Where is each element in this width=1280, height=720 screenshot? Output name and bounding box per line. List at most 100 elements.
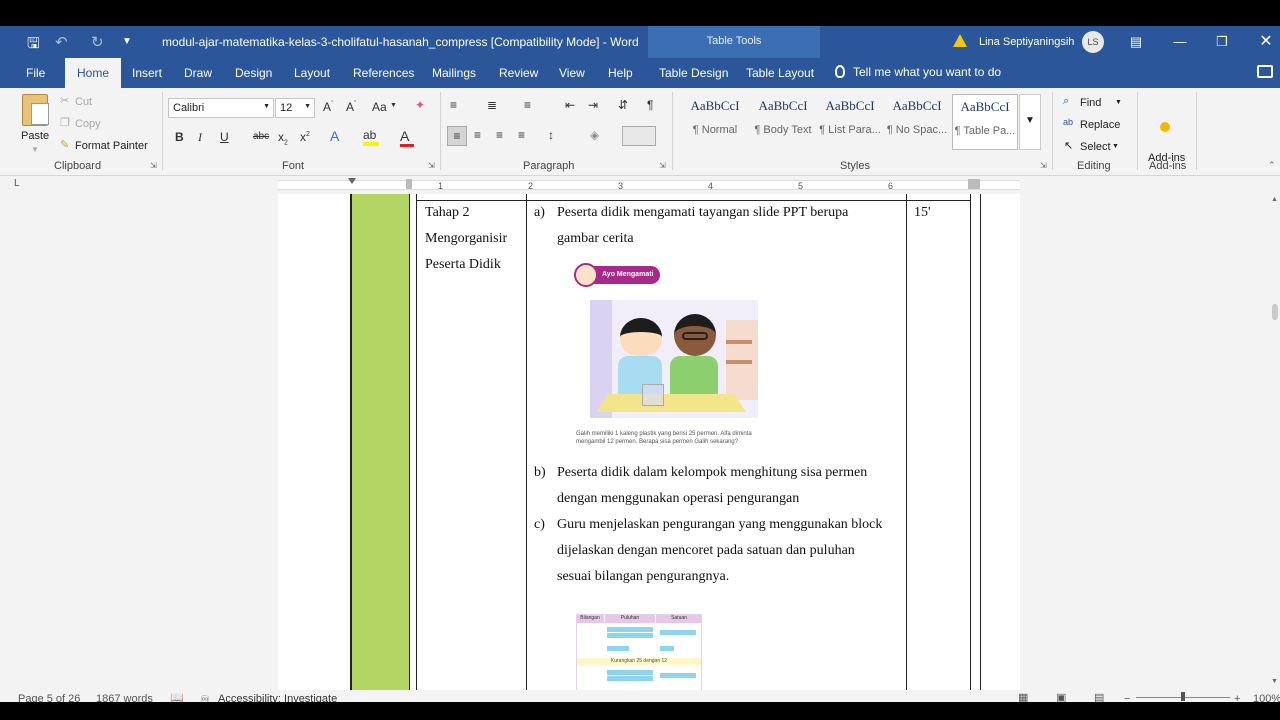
- read-mode-icon[interactable]: ▦: [1018, 691, 1028, 702]
- avatar[interactable]: LS: [1082, 31, 1104, 53]
- style-normal[interactable]: AaBbCcI ¶ Normal: [682, 98, 748, 150]
- scrollbar-thumb[interactable]: [1272, 304, 1278, 320]
- find-icon[interactable]: ⌕: [1063, 95, 1069, 108]
- cut-button[interactable]: Cut: [75, 96, 92, 108]
- clear-formatting-icon[interactable]: ✦: [415, 98, 425, 112]
- decrease-indent-icon[interactable]: ⇤: [565, 98, 575, 112]
- page-count[interactable]: Page 5 of 26: [18, 693, 80, 702]
- chevron-down-icon[interactable]: ▼: [1115, 99, 1122, 106]
- indent-marker[interactable]: [348, 178, 356, 184]
- user-name[interactable]: Lina Septiyaningsih: [979, 36, 1074, 48]
- scroll-down-icon[interactable]: ▼: [1271, 678, 1278, 685]
- scroll-up-icon[interactable]: ▲: [1271, 196, 1278, 203]
- numbering-icon[interactable]: ≣: [487, 98, 497, 112]
- tab-draw[interactable]: Draw: [184, 66, 212, 80]
- style-list-paragraph[interactable]: AaBbCcI ¶ List Para...: [817, 98, 883, 150]
- zoom-in-icon[interactable]: +: [1234, 693, 1240, 702]
- column-marker[interactable]: [968, 179, 980, 189]
- find-button[interactable]: Find: [1080, 97, 1101, 109]
- tab-file[interactable]: File: [26, 66, 45, 80]
- block-table-image[interactable]: Bilangan Puluhan Satuan Kurangkan 25 den…: [576, 614, 704, 690]
- justify-icon[interactable]: ≡: [518, 128, 525, 142]
- select-icon[interactable]: ↖: [1064, 139, 1073, 152]
- print-layout-icon[interactable]: ▣: [1056, 691, 1066, 702]
- accessibility-icon[interactable]: ♾: [200, 693, 210, 702]
- select-button[interactable]: Select: [1080, 141, 1111, 153]
- minimize-button[interactable]: —: [1168, 31, 1192, 53]
- font-size-box[interactable]: 12 ▼: [275, 98, 315, 118]
- line-spacing-icon[interactable]: ↕: [548, 128, 554, 142]
- zoom-out-icon[interactable]: −: [1124, 693, 1130, 702]
- borders-icon[interactable]: [622, 126, 656, 146]
- activity-item-c[interactable]: Guru menjelaskan pengurangan yang menggu…: [557, 512, 882, 590]
- word-count[interactable]: 1867 words: [96, 693, 153, 702]
- multilevel-list-icon[interactable]: ≡: [524, 98, 531, 112]
- tab-table-layout[interactable]: Table Layout: [746, 66, 814, 80]
- tab-home[interactable]: Home: [65, 58, 122, 88]
- tab-view[interactable]: View: [559, 66, 585, 80]
- tab-design[interactable]: Design: [235, 66, 272, 80]
- zoom-slider-thumb[interactable]: [1181, 692, 1185, 701]
- activity-item-b[interactable]: Peserta didik dalam kelompok menghitung …: [557, 460, 867, 512]
- tab-review[interactable]: Review: [499, 66, 538, 80]
- duration-cell[interactable]: 15': [914, 200, 931, 226]
- web-layout-icon[interactable]: ▤: [1094, 691, 1104, 702]
- close-button[interactable]: ✕: [1254, 31, 1278, 53]
- align-right-icon[interactable]: ≡: [496, 128, 503, 142]
- warning-icon[interactable]: [953, 34, 967, 47]
- chevron-down-icon[interactable]: ▼: [390, 102, 397, 109]
- tell-me-search[interactable]: Tell me what you want to do: [835, 65, 1001, 79]
- tab-help[interactable]: Help: [608, 66, 633, 80]
- save-icon[interactable]: 🖫: [27, 33, 40, 58]
- undo-icon[interactable]: ↶: [55, 33, 68, 51]
- replace-button[interactable]: Replace: [1080, 119, 1120, 131]
- comments-icon[interactable]: [1257, 65, 1273, 78]
- paragraph-launcher-icon[interactable]: ⇲: [659, 161, 666, 170]
- chevron-down-icon[interactable]: ▼: [1112, 143, 1119, 150]
- tab-layout[interactable]: Layout: [294, 66, 330, 80]
- show-formatting-icon[interactable]: ¶: [647, 98, 653, 112]
- ruler-bar[interactable]: 1 2 3 4 5 6: [278, 178, 1020, 191]
- strikethrough-icon[interactable]: abc: [253, 131, 269, 142]
- bullets-icon[interactable]: ≡: [450, 98, 457, 112]
- tab-selector-icon[interactable]: L: [14, 178, 20, 189]
- paste-button[interactable]: Paste: [21, 130, 49, 142]
- styles-more-icon[interactable]: ▼: [1019, 94, 1041, 150]
- paste-dropdown-icon[interactable]: ▼: [31, 145, 39, 154]
- align-center-icon[interactable]: ≡: [474, 128, 481, 142]
- style-body-text[interactable]: AaBbCcI ¶ Body Text: [750, 98, 816, 150]
- bold-icon[interactable]: B: [175, 130, 184, 144]
- proofing-icon[interactable]: 📖: [170, 691, 184, 702]
- increase-indent-icon[interactable]: ⇥: [588, 98, 598, 112]
- change-case-button[interactable]: Aa: [372, 100, 387, 114]
- format-painter-button[interactable]: Format Painter: [75, 140, 148, 152]
- addins-icon[interactable]: [1160, 122, 1170, 132]
- customize-qat-icon[interactable]: ▼: [122, 36, 132, 47]
- cut-icon[interactable]: ✂: [60, 94, 69, 107]
- format-painter-icon[interactable]: ✎: [60, 138, 69, 151]
- column-marker[interactable]: [406, 179, 412, 189]
- underline-icon[interactable]: U: [220, 130, 229, 144]
- grow-font-icon[interactable]: Aˆ: [323, 100, 333, 114]
- collapse-ribbon-icon[interactable]: ⌃: [1268, 160, 1276, 171]
- zoom-level[interactable]: 100%: [1253, 693, 1280, 702]
- align-left-icon[interactable]: ≡: [447, 126, 467, 146]
- copy-icon[interactable]: ❐: [60, 116, 70, 129]
- italic-icon[interactable]: I: [198, 130, 202, 145]
- tab-mailings[interactable]: Mailings: [432, 66, 476, 80]
- ribbon-display-options-icon[interactable]: ▤: [1124, 31, 1148, 53]
- tab-references[interactable]: References: [353, 66, 414, 80]
- clipboard-launcher-icon[interactable]: ⇲: [150, 161, 157, 170]
- styles-launcher-icon[interactable]: ⇲: [1040, 161, 1047, 170]
- highlight-icon[interactable]: ab: [363, 128, 379, 146]
- ayo-mengamati-image[interactable]: Ayo Mengamati Galih memiliki 1 kaleng pl…: [574, 263, 776, 454]
- restore-button[interactable]: ❐: [1210, 31, 1234, 53]
- shrink-font-icon[interactable]: Aˇ: [346, 100, 356, 114]
- activity-item-a[interactable]: Peserta didik mengamati tayangan slide P…: [557, 200, 848, 252]
- subscript-icon[interactable]: x2: [278, 130, 288, 146]
- paste-icon[interactable]: [22, 94, 49, 126]
- text-effects-icon[interactable]: A: [330, 128, 339, 144]
- font-launcher-icon[interactable]: ⇲: [428, 161, 435, 170]
- tab-insert[interactable]: Insert: [132, 66, 162, 80]
- sort-icon[interactable]: ⇵: [618, 98, 628, 112]
